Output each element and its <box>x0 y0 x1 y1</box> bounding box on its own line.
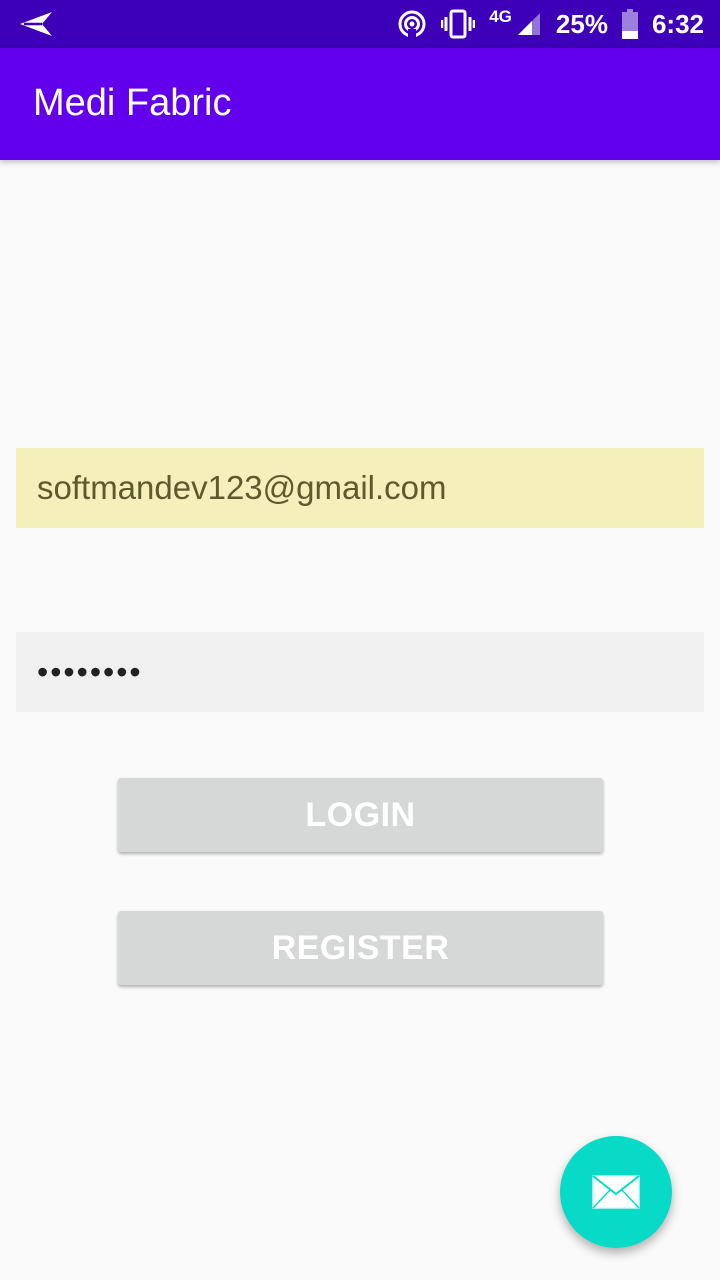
vibrate-icon <box>441 8 476 40</box>
signal-icon <box>516 11 542 37</box>
status-bar: 4G 25% 6:32 <box>0 0 720 48</box>
password-field[interactable] <box>16 632 704 712</box>
hotspot-icon <box>397 9 427 39</box>
clock: 6:32 <box>651 8 704 39</box>
app-title: Medi Fabric <box>33 82 232 124</box>
battery-icon <box>621 9 638 39</box>
email-icon <box>592 1175 640 1209</box>
send-icon <box>20 12 52 36</box>
battery-percent: 25% <box>555 8 608 39</box>
login-button[interactable]: LOGIN <box>118 778 603 852</box>
network-type: 4G <box>489 7 512 26</box>
email-fab-button[interactable] <box>560 1136 672 1248</box>
register-button[interactable]: REGISTER <box>118 911 603 985</box>
app-bar: Medi Fabric <box>0 48 720 160</box>
email-field[interactable] <box>16 448 704 528</box>
